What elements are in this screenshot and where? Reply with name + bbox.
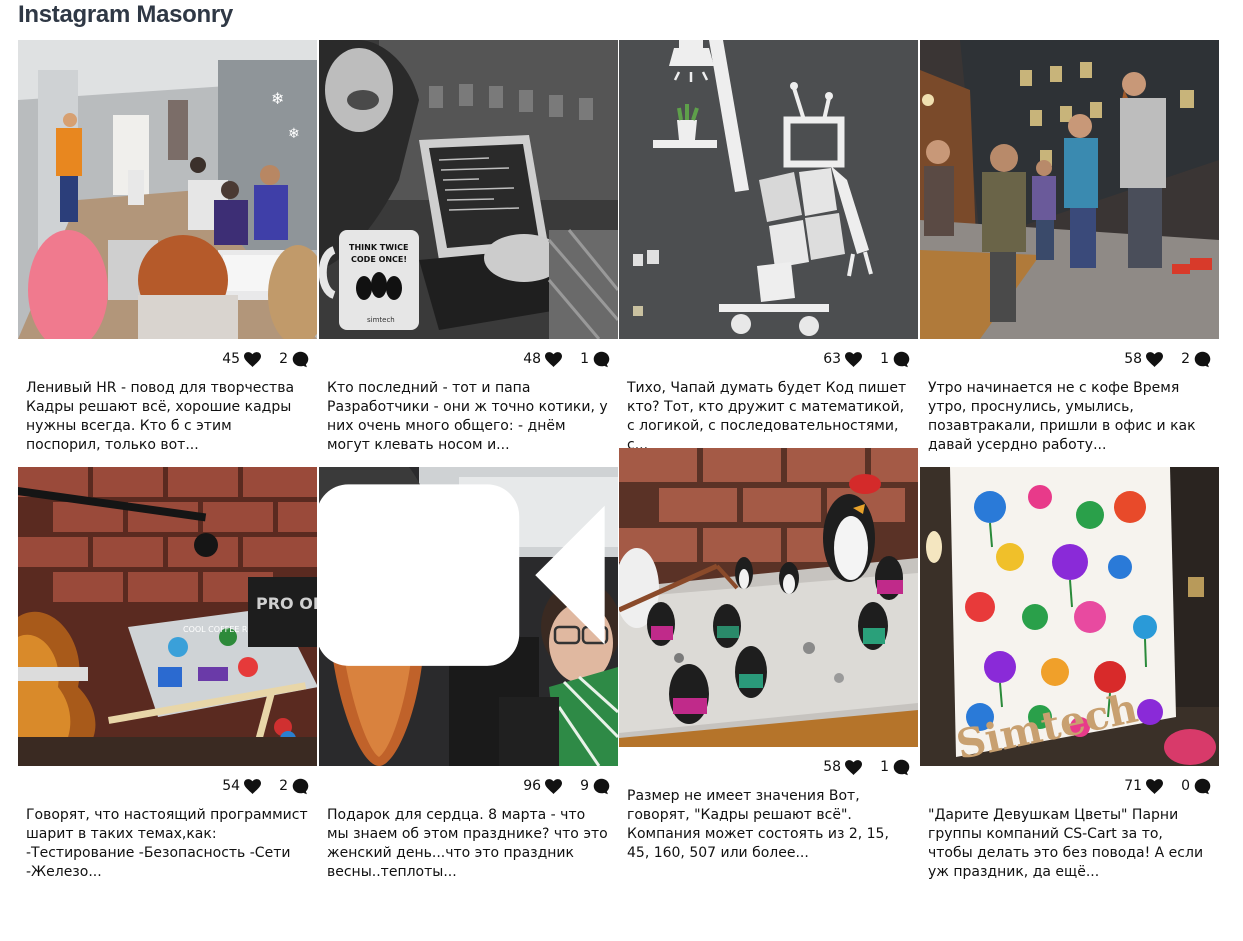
heart-icon [545,778,563,794]
like-count[interactable]: 54 [222,778,262,794]
heart-icon [845,351,863,367]
svg-text:❄: ❄ [288,126,300,142]
masonry-column-2: THINK TWICE CODE ONCE! simtech 48 1 Кто … [319,40,618,894]
post-photo-office-class[interactable]: ❄ ❄ [18,40,317,339]
comment-count[interactable]: 1 [580,351,610,368]
comment-bubble-icon [593,778,610,795]
masonry-column-3: 63 1 Тихо, Чапай думать будет Код пишет … [619,40,918,875]
post-photo-car-selfie[interactable] [319,467,618,766]
video-camera-icon [319,479,610,671]
comment-count[interactable]: 2 [279,778,309,795]
mug-text-line2: CODE ONCE! [351,255,407,264]
like-count[interactable]: 71 [1124,778,1164,794]
post-card[interactable]: ❄ ❄ 45 2 Ленивый HR - повод для творчест… [18,40,317,467]
heart-icon [545,351,563,367]
svg-text:❄: ❄ [271,89,284,108]
post-caption[interactable]: Подарок для сердца. 8 марта - что мы зна… [319,806,618,894]
post-stats: 58 1 [619,747,918,787]
comment-count[interactable]: 2 [279,351,309,368]
post-stats: 48 1 [319,339,618,379]
post-card[interactable]: 96 9 Подарок для сердца. 8 марта - что м… [319,467,618,894]
like-count[interactable]: 58 [823,759,863,775]
comment-count[interactable]: 9 [580,778,610,795]
comment-bubble-icon [893,351,910,368]
comment-bubble-icon [1194,778,1211,795]
masonry-column-1: ❄ ❄ 45 2 Ленивый HR - повод для творчест… [18,40,317,894]
comment-count[interactable]: 2 [1181,351,1211,368]
post-caption[interactable]: Кто последний - тот и папа Разработчики … [319,379,618,467]
masonry-column-4: 58 2 Утро начинается не с кофе Время утр… [920,40,1219,894]
post-photo-laptop-mug[interactable]: THINK TWICE CODE ONCE! simtech [319,40,618,339]
post-caption[interactable]: Ленивый HR - повод для творчества Кадры … [18,379,317,467]
heart-icon [244,778,262,794]
heart-icon [1146,778,1164,794]
post-photo-robot-wall[interactable] [619,40,918,339]
post-card[interactable]: 63 1 Тихо, Чапай думать будет Код пишет … [619,40,918,448]
comment-count[interactable]: 1 [880,759,910,776]
like-count[interactable]: 45 [222,351,262,367]
post-card[interactable]: Simtech 71 0 "Дарите Девушкам Цветы" Пар… [920,467,1219,894]
like-count[interactable]: 58 [1124,351,1164,367]
mug-brand-text: simtech [367,316,395,324]
post-stats: 71 0 [920,766,1219,806]
mug-text-line1: THINK TWICE [349,243,408,252]
post-photo-guitar-laptop[interactable]: COOL COFFEE ROCK'N'ROLL PRO OKER [18,467,317,766]
post-caption[interactable]: Размер не имеет значения Вот, говорят, "… [619,787,918,875]
post-photo-penguins-sand[interactable] [619,448,918,747]
post-stats: 58 2 [920,339,1219,379]
comment-bubble-icon [593,351,610,368]
like-count[interactable]: 48 [523,351,563,367]
comment-bubble-icon [893,759,910,776]
post-photo-flowers-painting[interactable]: Simtech [920,467,1219,766]
comment-bubble-icon [292,778,309,795]
post-stats: 45 2 [18,339,317,379]
heart-icon [244,351,262,367]
comment-bubble-icon [292,351,309,368]
post-card[interactable]: COOL COFFEE ROCK'N'ROLL PRO OKER 54 2 Го… [18,467,317,894]
post-card[interactable]: 58 2 Утро начинается не с кофе Время утр… [920,40,1219,467]
heart-icon [1146,351,1164,367]
like-count[interactable]: 63 [823,351,863,367]
comment-count[interactable]: 1 [880,351,910,368]
post-caption[interactable]: Тихо, Чапай думать будет Код пишет кто? … [619,379,918,448]
like-count[interactable]: 96 [523,778,563,794]
heart-icon [845,759,863,775]
post-stats: 63 1 [619,339,918,379]
page-title: Instagram Masonry [18,1,233,28]
comment-bubble-icon [1194,351,1211,368]
comment-count[interactable]: 0 [1181,778,1211,795]
sign-text: PRO OKER [256,594,317,613]
post-caption[interactable]: Утро начинается не с кофе Время утро, пр… [920,379,1219,467]
post-card[interactable]: 58 1 Размер не имеет значения Вот, говор… [619,448,918,875]
post-photo-office-morning[interactable] [920,40,1219,339]
post-caption[interactable]: "Дарите Девушкам Цветы" Парни группы ком… [920,806,1219,894]
post-caption[interactable]: Говорят, что настоящий программист шарит… [18,806,317,894]
post-stats: 96 9 [319,766,618,806]
post-card[interactable]: THINK TWICE CODE ONCE! simtech 48 1 Кто … [319,40,618,467]
post-stats: 54 2 [18,766,317,806]
